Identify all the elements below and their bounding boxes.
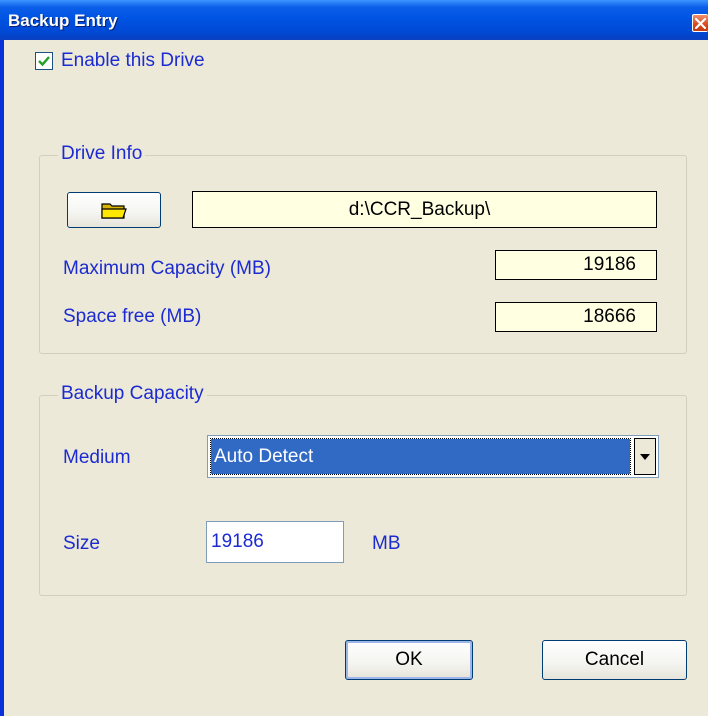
backup-entry-window: Backup Entry Enable this Drive Drive Inf…	[0, 0, 708, 716]
folder-icon	[101, 203, 127, 219]
space-free-field: 18666	[495, 302, 657, 332]
medium-label: Medium	[63, 447, 131, 468]
drive-path-field: d:\CCR_Backup\	[192, 191, 657, 228]
chevron-down-icon	[640, 453, 650, 460]
close-button[interactable]	[692, 14, 708, 32]
dialog-body	[4, 40, 708, 716]
window-title: Backup Entry	[8, 11, 118, 30]
drive-info-title: Drive Info	[58, 143, 146, 165]
enable-drive-checkbox-row[interactable]: Enable this Drive	[35, 50, 205, 72]
medium-select-value: Auto Detect	[210, 438, 631, 475]
size-unit-label: MB	[372, 533, 401, 554]
backup-capacity-title: Backup Capacity	[58, 383, 207, 405]
medium-select[interactable]: Auto Detect	[207, 435, 659, 478]
enable-drive-checkbox[interactable]	[35, 52, 53, 70]
drive-path-value: d:\CCR_Backup\	[348, 198, 491, 220]
checkmark-icon	[38, 56, 50, 67]
enable-drive-label: Enable this Drive	[61, 50, 205, 71]
size-input[interactable]: 19186	[206, 521, 344, 563]
max-capacity-label: Maximum Capacity (MB)	[63, 258, 271, 279]
ok-button[interactable]: OK	[345, 640, 473, 680]
cancel-button[interactable]: Cancel	[542, 640, 687, 680]
space-free-label: Space free (MB)	[63, 306, 202, 327]
size-label: Size	[63, 533, 100, 554]
max-capacity-field: 19186	[495, 250, 657, 280]
max-capacity-value: 19186	[583, 254, 636, 275]
dropdown-arrow-button[interactable]	[634, 438, 656, 475]
close-icon	[694, 17, 707, 30]
title-bar[interactable]: Backup Entry	[0, 0, 708, 40]
backup-capacity-group: Backup Capacity	[39, 383, 687, 596]
space-free-value: 18666	[583, 306, 636, 327]
browse-folder-button[interactable]	[67, 192, 161, 228]
